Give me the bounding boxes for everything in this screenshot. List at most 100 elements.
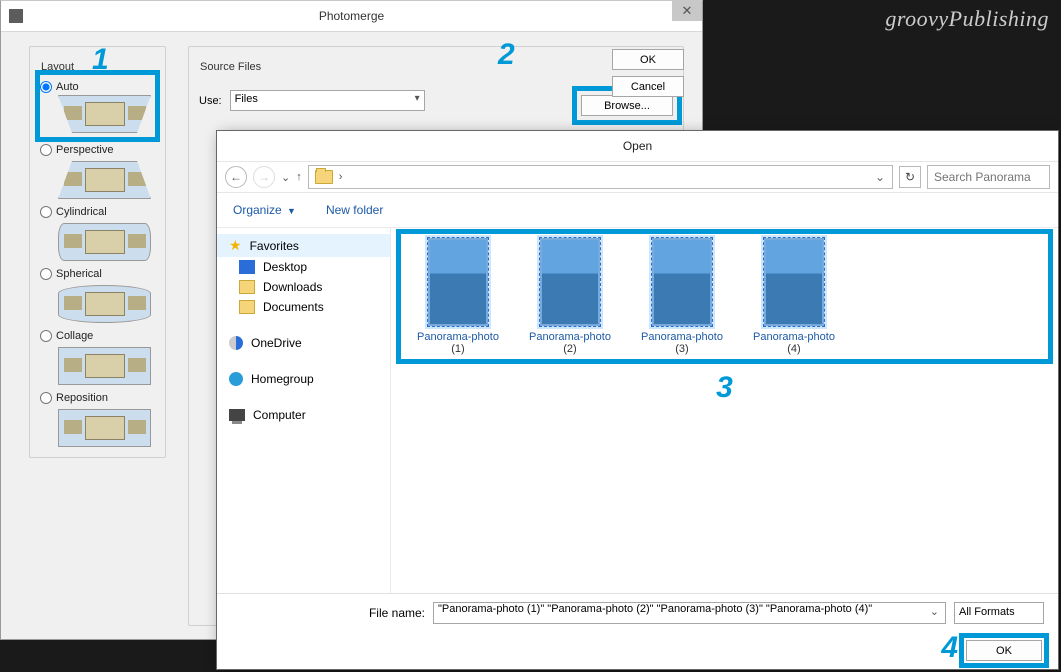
app-icon <box>9 9 23 23</box>
radio-cylindrical[interactable] <box>40 206 52 218</box>
toolbar: Organize ▼ New folder <box>217 193 1058 227</box>
sidebar-documents[interactable]: Documents <box>217 297 390 317</box>
thumb-cylindrical <box>58 223 151 261</box>
use-dropdown[interactable]: Files <box>230 90 425 111</box>
file-suffix: (3) <box>629 343 735 355</box>
label-reposition: Reposition <box>56 392 108 404</box>
close-button[interactable]: ✕ <box>672 1 702 21</box>
star-icon: ★ <box>229 237 242 254</box>
file-item-3[interactable]: Panorama-photo(3) <box>629 238 735 355</box>
label-collage: Collage <box>56 330 93 342</box>
thumb-reposition <box>58 409 151 447</box>
favorites-label: Favorites <box>250 239 299 253</box>
watermark-text: groovyPublishing <box>885 6 1049 32</box>
desktop-label: Desktop <box>263 260 307 274</box>
downloads-label: Downloads <box>263 280 322 294</box>
file-pane[interactable]: Panorama-photo(1) Panorama-photo(2) Pano… <box>391 228 1058 607</box>
thumb-collage <box>58 347 151 385</box>
back-button[interactable]: ← <box>225 166 247 188</box>
open-dialog: Open ← → ⌄ ↑ › ⌄ ↻ Organize ▼ New folder… <box>216 130 1059 670</box>
step-2-badge: 2 <box>498 38 515 72</box>
filename-value: "Panorama-photo (1)" "Panorama-photo (2)… <box>438 603 872 615</box>
thumbnail-icon <box>652 238 712 326</box>
thumb-auto <box>58 95 151 133</box>
sidebar-desktop[interactable]: Desktop <box>217 257 390 277</box>
address-bar[interactable]: › ⌄ <box>308 165 893 189</box>
layout-legend: Layout <box>38 61 77 73</box>
sidebar-favorites[interactable]: ★ Favorites <box>217 234 390 257</box>
file-name: Panorama-photo <box>529 331 611 343</box>
file-item-4[interactable]: Panorama-photo(4) <box>741 238 847 355</box>
breadcrumb-chevron[interactable]: › <box>339 171 343 183</box>
radio-reposition[interactable] <box>40 392 52 404</box>
up-button[interactable]: ↑ <box>296 171 302 183</box>
computer-icon <box>229 409 245 421</box>
filename-input[interactable]: "Panorama-photo (1)" "Panorama-photo (2)… <box>433 602 946 624</box>
thumbnail-icon <box>540 238 600 326</box>
thumbnail-icon <box>764 238 824 326</box>
file-item-2[interactable]: Panorama-photo(2) <box>517 238 623 355</box>
step-3-badge: 3 <box>716 371 733 405</box>
open-footer: File name: "Panorama-photo (1)" "Panoram… <box>217 593 1058 669</box>
dialog-right-buttons: OK Cancel <box>612 49 684 97</box>
layout-reposition[interactable]: Reposition <box>40 392 155 404</box>
radio-collage[interactable] <box>40 330 52 342</box>
sidebar-computer[interactable]: Computer <box>217 405 390 425</box>
address-dropdown[interactable]: ⌄ <box>874 170 886 184</box>
thumb-perspective <box>58 161 151 199</box>
thumbnail-icon <box>428 238 488 326</box>
layout-auto[interactable]: Auto <box>40 81 155 93</box>
homegroup-icon <box>229 372 243 386</box>
documents-icon <box>239 300 255 314</box>
radio-perspective[interactable] <box>40 144 52 156</box>
recent-dropdown[interactable]: ⌄ <box>281 171 290 184</box>
open-title: Open <box>217 131 1058 161</box>
onedrive-icon <box>229 336 243 350</box>
search-input[interactable] <box>927 165 1050 189</box>
thumb-spherical <box>58 285 151 323</box>
format-dropdown[interactable]: All Formats <box>954 602 1044 624</box>
organize-label: Organize <box>233 203 282 217</box>
layout-spherical[interactable]: Spherical <box>40 268 155 280</box>
layout-collage[interactable]: Collage <box>40 330 155 342</box>
file-suffix: (1) <box>405 343 511 355</box>
folder-icon <box>315 170 333 184</box>
radio-auto[interactable] <box>40 81 52 93</box>
forward-button[interactable]: → <box>253 166 275 188</box>
open-ok-button[interactable]: OK <box>966 640 1042 661</box>
label-perspective: Perspective <box>56 144 113 156</box>
documents-label: Documents <box>263 300 324 314</box>
homegroup-label: Homegroup <box>251 372 314 386</box>
source-files-legend: Source Files <box>197 61 264 73</box>
label-spherical: Spherical <box>56 268 102 280</box>
step-1-badge: 1 <box>92 43 109 77</box>
photomerge-titlebar: Photomerge ✕ <box>1 1 702 32</box>
file-suffix: (4) <box>741 343 847 355</box>
downloads-icon <box>239 280 255 294</box>
sidebar: ★ Favorites Desktop Downloads Documents O… <box>217 228 391 607</box>
organize-menu[interactable]: Organize ▼ <box>233 203 296 217</box>
browse-button[interactable]: Browse... <box>581 95 673 116</box>
layout-options: Auto Perspective Cylindrical Spherical C… <box>40 75 155 447</box>
use-label: Use: <box>199 95 222 107</box>
refresh-button[interactable]: ↻ <box>899 166 921 188</box>
desktop-icon <box>239 260 255 274</box>
filename-label: File name: <box>357 606 425 620</box>
step-4-badge: 4 <box>941 631 958 665</box>
ok-button[interactable]: OK <box>612 49 684 70</box>
layout-cylindrical[interactable]: Cylindrical <box>40 206 155 218</box>
selected-files-highlight: Panorama-photo(1) Panorama-photo(2) Pano… <box>401 234 1048 359</box>
sidebar-downloads[interactable]: Downloads <box>217 277 390 297</box>
label-cylindrical: Cylindrical <box>56 206 107 218</box>
radio-spherical[interactable] <box>40 268 52 280</box>
file-item-1[interactable]: Panorama-photo(1) <box>405 238 511 355</box>
layout-perspective[interactable]: Perspective <box>40 144 155 156</box>
file-name: Panorama-photo <box>753 331 835 343</box>
file-suffix: (2) <box>517 343 623 355</box>
new-folder-button[interactable]: New folder <box>326 203 383 217</box>
sidebar-onedrive[interactable]: OneDrive <box>217 333 390 353</box>
cancel-button[interactable]: Cancel <box>612 76 684 97</box>
sidebar-homegroup[interactable]: Homegroup <box>217 369 390 389</box>
label-auto: Auto <box>56 81 79 93</box>
file-name: Panorama-photo <box>641 331 723 343</box>
